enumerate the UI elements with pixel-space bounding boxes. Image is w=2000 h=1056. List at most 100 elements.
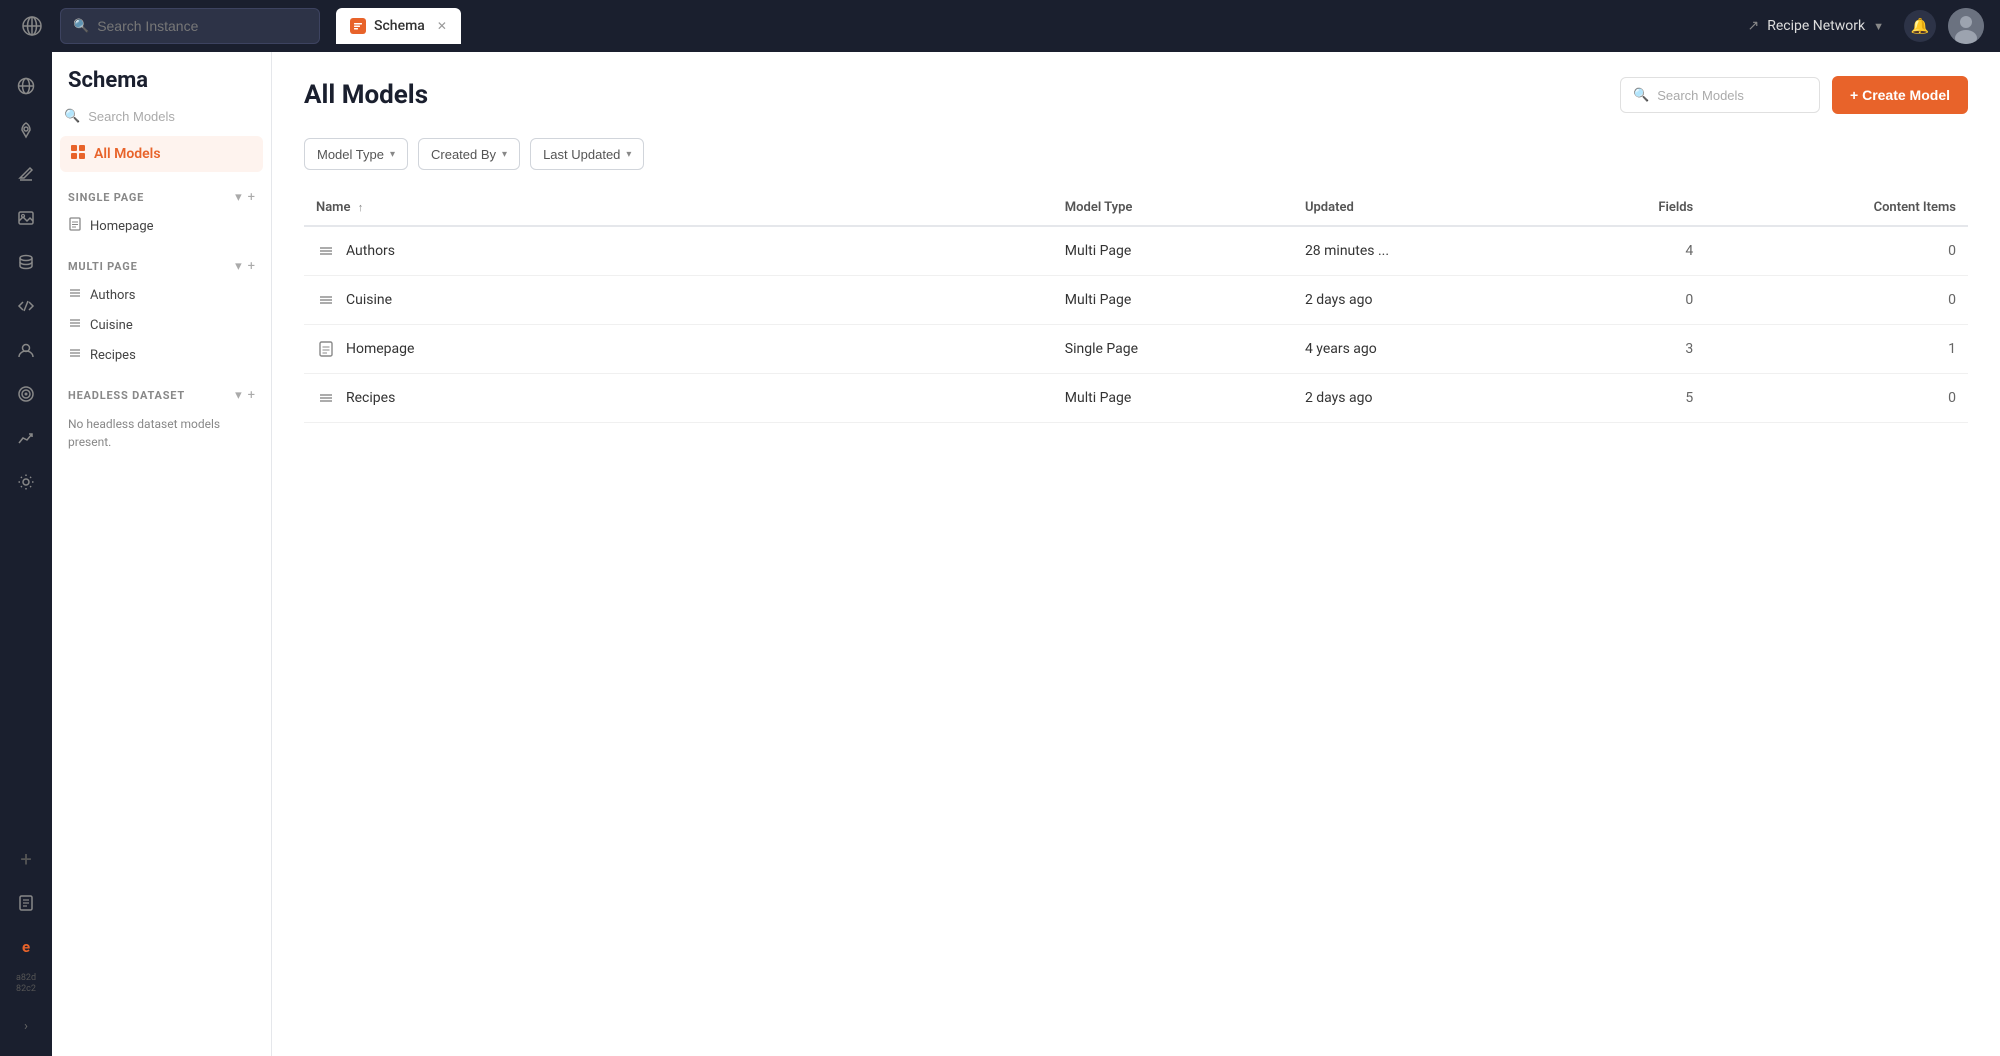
icon-nav: + e a82d 82c2 › bbox=[0, 52, 52, 1056]
last-updated-chevron-icon: ▾ bbox=[626, 149, 631, 160]
create-model-button[interactable]: + Create Model bbox=[1832, 76, 1968, 114]
sidebar-section-single-page: SINGLE PAGE ▾ + Homepage bbox=[52, 184, 271, 241]
doc-icon bbox=[316, 339, 336, 359]
list-icon bbox=[316, 290, 336, 310]
last-updated-filter[interactable]: Last Updated ▾ bbox=[530, 138, 644, 170]
external-link-icon: ↗ bbox=[1747, 18, 1759, 34]
headless-add-icon[interactable]: + bbox=[248, 388, 255, 403]
created-by-filter[interactable]: Created By ▾ bbox=[418, 138, 520, 170]
tab-close-icon[interactable]: ✕ bbox=[437, 19, 447, 33]
cell-updated: 2 days ago bbox=[1293, 374, 1560, 423]
col-updated: Updated bbox=[1293, 190, 1560, 226]
sidebar-item-authors[interactable]: Authors bbox=[52, 280, 271, 310]
name-sort-icon: ↑ bbox=[358, 201, 364, 214]
user-avatar[interactable] bbox=[1948, 8, 1984, 44]
nav-edit-icon[interactable] bbox=[8, 156, 44, 192]
nav-database-icon[interactable] bbox=[8, 244, 44, 280]
search-models-box[interactable]: 🔍 bbox=[1620, 77, 1820, 113]
top-bar-right: ↗ Recipe Network ▼ 🔔 bbox=[1739, 8, 1984, 44]
list-icon bbox=[316, 241, 336, 261]
cuisine-label: Cuisine bbox=[90, 318, 133, 333]
recipe-network-button[interactable]: ↗ Recipe Network ▼ bbox=[1739, 14, 1892, 38]
cell-model-type: Multi Page bbox=[1053, 276, 1293, 325]
cell-content-items: 1 bbox=[1705, 325, 1968, 374]
multi-page-title: MULTI PAGE bbox=[68, 260, 138, 273]
sidebar-item-recipes[interactable]: Recipes bbox=[52, 340, 271, 370]
sidebar-all-models[interactable]: All Models bbox=[60, 136, 263, 172]
sidebar: Schema 🔍 All Models SINGLE PAGE ▾ bbox=[52, 52, 272, 1056]
col-name[interactable]: Name ↑ bbox=[304, 190, 1053, 226]
nav-target-icon[interactable] bbox=[8, 376, 44, 412]
search-instance-box[interactable]: 🔍 bbox=[60, 8, 320, 44]
nav-image-icon[interactable] bbox=[8, 200, 44, 236]
nav-globe-icon[interactable] bbox=[8, 68, 44, 104]
main-header: All Models 🔍 + Create Model bbox=[304, 76, 1968, 114]
list-icon bbox=[316, 388, 336, 408]
headless-empty-text: No headless dataset models present. bbox=[52, 409, 271, 457]
model-type-filter[interactable]: Model Type ▾ bbox=[304, 138, 408, 170]
nav-code-icon[interactable] bbox=[8, 288, 44, 324]
filters-row: Model Type ▾ Created By ▾ Last Updated ▾ bbox=[304, 138, 1968, 170]
authors-list-icon bbox=[68, 286, 82, 304]
cell-fields: 4 bbox=[1560, 226, 1705, 276]
nav-chart-icon[interactable] bbox=[8, 420, 44, 456]
search-icon: 🔍 bbox=[73, 19, 89, 34]
multi-page-header[interactable]: MULTI PAGE ▾ + bbox=[52, 253, 271, 280]
cell-updated: 4 years ago bbox=[1293, 325, 1560, 374]
headless-dataset-header[interactable]: HEADLESS DATASET ▾ + bbox=[52, 382, 271, 409]
top-bar-left: 🔍 bbox=[16, 8, 320, 44]
cell-model-type: Multi Page bbox=[1053, 226, 1293, 276]
nav-plugin-icon[interactable]: e bbox=[8, 929, 44, 965]
single-page-add-icon[interactable]: + bbox=[248, 190, 255, 205]
recipes-list-icon bbox=[68, 346, 82, 364]
cell-updated: 2 days ago bbox=[1293, 276, 1560, 325]
sidebar-search-input[interactable] bbox=[88, 109, 259, 124]
notification-bell[interactable]: 🔔 bbox=[1904, 10, 1936, 42]
sidebar-search[interactable]: 🔍 bbox=[52, 109, 271, 124]
sidebar-title: Schema bbox=[52, 68, 271, 109]
table-row[interactable]: Cuisine Multi Page 2 days ago 0 0 bbox=[304, 276, 1968, 325]
nav-rocket-icon[interactable] bbox=[8, 112, 44, 148]
cell-content-items: 0 bbox=[1705, 374, 1968, 423]
main-layout: + e a82d 82c2 › Schema 🔍 bbox=[0, 52, 2000, 1056]
sidebar-item-cuisine[interactable]: Cuisine bbox=[52, 310, 271, 340]
search-models-input[interactable] bbox=[1657, 88, 1807, 103]
global-nav-icon[interactable] bbox=[16, 10, 48, 42]
single-page-chevron-icon[interactable]: ▾ bbox=[235, 190, 242, 205]
chevron-down-icon: ▼ bbox=[1873, 20, 1884, 33]
page-title: All Models bbox=[304, 80, 428, 110]
nav-users-icon[interactable] bbox=[8, 332, 44, 368]
table-row[interactable]: Recipes Multi Page 2 days ago 5 0 bbox=[304, 374, 1968, 423]
table-row[interactable]: Homepage Single Page 4 years ago 3 1 bbox=[304, 325, 1968, 374]
col-content-items: Content Items bbox=[1705, 190, 1968, 226]
nav-log-icon[interactable] bbox=[8, 885, 44, 921]
schema-tab[interactable]: Schema ✕ bbox=[336, 8, 461, 44]
multi-page-add-icon[interactable]: + bbox=[248, 259, 255, 274]
single-page-title: SINGLE PAGE bbox=[68, 191, 144, 204]
recipe-network-label: Recipe Network bbox=[1767, 18, 1865, 34]
expand-nav-button[interactable]: › bbox=[12, 1012, 40, 1040]
table-row[interactable]: Authors Multi Page 28 minutes ... 4 0 bbox=[304, 226, 1968, 276]
headless-chevron-icon[interactable]: ▾ bbox=[235, 388, 242, 403]
model-type-filter-label: Model Type bbox=[317, 147, 384, 162]
search-instance-input[interactable] bbox=[97, 18, 307, 34]
multi-page-actions: ▾ + bbox=[235, 259, 255, 274]
headless-dataset-title: HEADLESS DATASET bbox=[68, 389, 185, 402]
cell-fields: 5 bbox=[1560, 374, 1705, 423]
all-models-icon bbox=[70, 144, 86, 164]
nav-settings-icon[interactable] bbox=[8, 464, 44, 500]
single-page-header[interactable]: SINGLE PAGE ▾ + bbox=[52, 184, 271, 211]
cell-model-type: Single Page bbox=[1053, 325, 1293, 374]
recipes-label: Recipes bbox=[90, 348, 136, 363]
tab-bar: Schema ✕ bbox=[332, 0, 1727, 52]
multi-page-chevron-icon[interactable]: ▾ bbox=[235, 259, 242, 274]
col-fields: Fields bbox=[1560, 190, 1705, 226]
nav-add-icon[interactable]: + bbox=[8, 841, 44, 877]
sidebar-item-homepage[interactable]: Homepage bbox=[52, 211, 271, 241]
single-page-actions: ▾ + bbox=[235, 190, 255, 205]
top-bar: 🔍 Schema ✕ ↗ Recipe Network ▼ 🔔 bbox=[0, 0, 2000, 52]
main-content: All Models 🔍 + Create Model Model Type ▾… bbox=[272, 52, 2000, 1056]
cell-fields: 3 bbox=[1560, 325, 1705, 374]
all-models-label: All Models bbox=[94, 146, 161, 162]
schema-tab-icon bbox=[350, 18, 366, 34]
